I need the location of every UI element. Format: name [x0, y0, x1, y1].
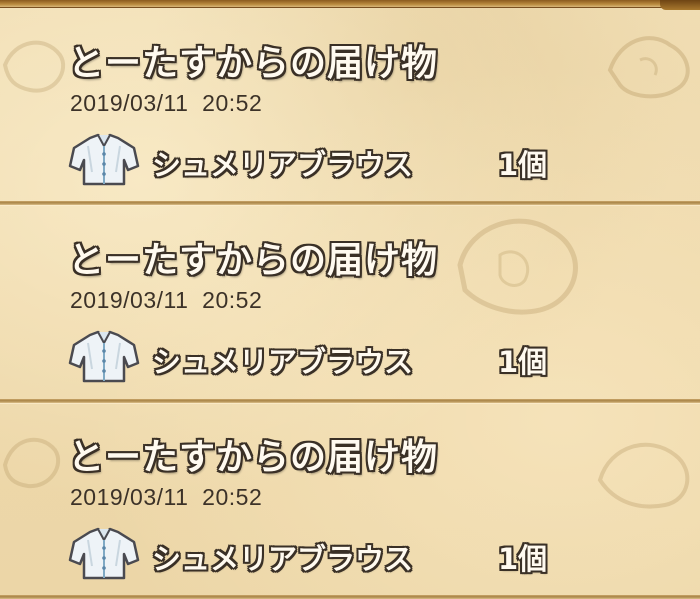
item-quantity: 1個 [498, 148, 548, 182]
mail-entry[interactable]: とーたすからの届け物 2019/03/11 20:52 シュメリアブラウス 1個 [0, 0, 700, 195]
entry-title: とーたすからの届け物 [68, 43, 439, 84]
item-quantity: 1個 [498, 542, 548, 576]
parchment-background: とーたすからの届け物 2019/03/11 20:52 シュメリアブラウス 1個… [0, 0, 700, 599]
blouse-icon [68, 133, 140, 186]
item-quantity: 1個 [498, 345, 548, 379]
entry-title: とーたすからの届け物 [68, 240, 439, 281]
entry-timestamp: 2019/03/11 20:52 [70, 484, 263, 510]
entry-divider [0, 595, 700, 599]
entry-title: とーたすからの届け物 [68, 437, 439, 478]
mail-entry[interactable]: とーたすからの届け物 2019/03/11 20:52 シュメリアブラウス 1個 [0, 394, 700, 589]
entry-timestamp: 2019/03/11 20:52 [70, 287, 263, 313]
mail-entry[interactable]: とーたすからの届け物 2019/03/11 20:52 シュメリアブラウス 1個 [0, 197, 700, 392]
entry-timestamp: 2019/03/11 20:52 [70, 90, 263, 116]
item-name: シュメリアブラウス [152, 345, 414, 379]
item-name: シュメリアブラウス [152, 542, 414, 576]
blouse-icon [68, 527, 140, 580]
blouse-icon [68, 330, 140, 383]
item-name: シュメリアブラウス [152, 148, 414, 182]
